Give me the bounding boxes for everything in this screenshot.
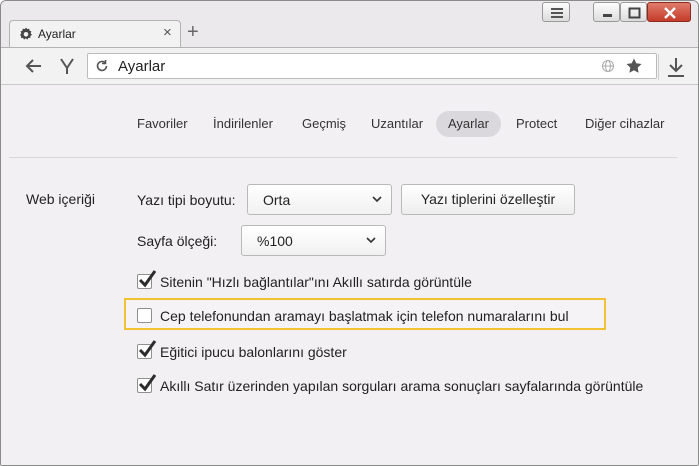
download-icon[interactable]	[665, 55, 687, 79]
checkmark-icon	[138, 340, 157, 358]
browser-window: Ayarlar × + Ayarlar Favoriler İndirilenl…	[0, 0, 699, 466]
font-size-label: Yazı tipi boyutu:	[137, 192, 236, 208]
close-window-button[interactable]	[647, 2, 691, 22]
bookmark-star-icon[interactable]	[625, 57, 643, 75]
nav-settings[interactable]: Ayarlar	[436, 111, 501, 137]
hamburger-icon	[551, 8, 563, 18]
tab-close-button[interactable]: ×	[163, 25, 172, 41]
tab-settings[interactable]: Ayarlar ×	[9, 20, 181, 47]
checkbox-search-results[interactable]: Akıllı Satır üzerinden yapılan sorguları…	[137, 374, 677, 399]
chevron-down-icon	[366, 237, 376, 244]
checkbox-phone-numbers[interactable]: Cep telefonundan aramayı başlatmak için …	[137, 307, 597, 329]
address-bar[interactable]: Ayarlar	[87, 53, 657, 79]
maximize-button[interactable]	[620, 2, 647, 22]
settings-page: Favoriler İndirilenler Geçmiş Uzantılar …	[1, 85, 698, 465]
checkbox[interactable]	[137, 374, 157, 393]
nav-divider	[9, 157, 677, 158]
close-icon	[664, 7, 676, 19]
checkbox[interactable]	[137, 270, 157, 289]
reload-icon[interactable]	[95, 59, 109, 73]
page-zoom-label: Sayfa ölçeği:	[137, 233, 218, 249]
toolbar: Ayarlar	[1, 47, 698, 85]
nav-protect[interactable]: Protect	[516, 111, 557, 137]
minimize-button[interactable]	[593, 2, 620, 22]
checkbox-quick-links[interactable]: Sitenin "Hızlı bağlantılar"ını Akıllı sa…	[137, 270, 587, 295]
menu-button[interactable]	[542, 2, 570, 22]
checkbox[interactable]	[137, 340, 157, 359]
new-tab-button[interactable]: +	[187, 22, 199, 42]
checkbox-label: Akıllı Satır üzerinden yapılan sorguları…	[160, 378, 644, 394]
font-size-value: Orta	[263, 192, 291, 208]
settings-nav: Favoriler İndirilenler Geçmiş Uzantılar …	[1, 111, 698, 137]
title-bar: Ayarlar × +	[1, 1, 698, 47]
nav-downloads[interactable]: İndirilenler	[213, 111, 273, 137]
checkmark-icon	[138, 270, 157, 288]
back-arrow-icon[interactable]	[23, 55, 45, 77]
checkbox-tips[interactable]: Eğitici ipucu balonlarını göster	[137, 340, 437, 365]
checkmark-icon	[138, 374, 157, 392]
toolbar-separator	[658, 54, 659, 80]
font-size-select[interactable]: Orta	[247, 184, 392, 215]
chevron-down-icon	[372, 196, 382, 203]
nav-history[interactable]: Geçmiş	[302, 111, 346, 137]
section-title: Web içeriği	[26, 191, 95, 207]
page-zoom-select[interactable]: %100	[241, 225, 386, 256]
minimize-icon	[603, 14, 612, 17]
tab-title: Ayarlar	[38, 27, 76, 41]
checkbox-label: Cep telefonundan aramayı başlatmak için …	[160, 308, 569, 324]
checkbox-label: Sitenin "Hızlı bağlantılar"ını Akıllı sa…	[160, 274, 472, 290]
page-zoom-value: %100	[257, 233, 293, 249]
maximize-icon	[628, 7, 641, 19]
nav-extensions[interactable]: Uzantılar	[371, 111, 423, 137]
nav-favorites[interactable]: Favoriler	[137, 111, 188, 137]
checkbox-label: Eğitici ipucu balonlarını göster	[160, 344, 347, 360]
checkbox[interactable]	[137, 308, 152, 323]
globe-icon[interactable]	[601, 59, 615, 73]
gear-icon	[20, 27, 32, 40]
customize-fonts-button[interactable]: Yazı tiplerini özelleştir	[401, 184, 575, 215]
nav-other-devices[interactable]: Diğer cihazlar	[585, 111, 664, 137]
yandex-logo-icon[interactable]	[56, 55, 78, 77]
address-text: Ayarlar	[118, 58, 166, 75]
